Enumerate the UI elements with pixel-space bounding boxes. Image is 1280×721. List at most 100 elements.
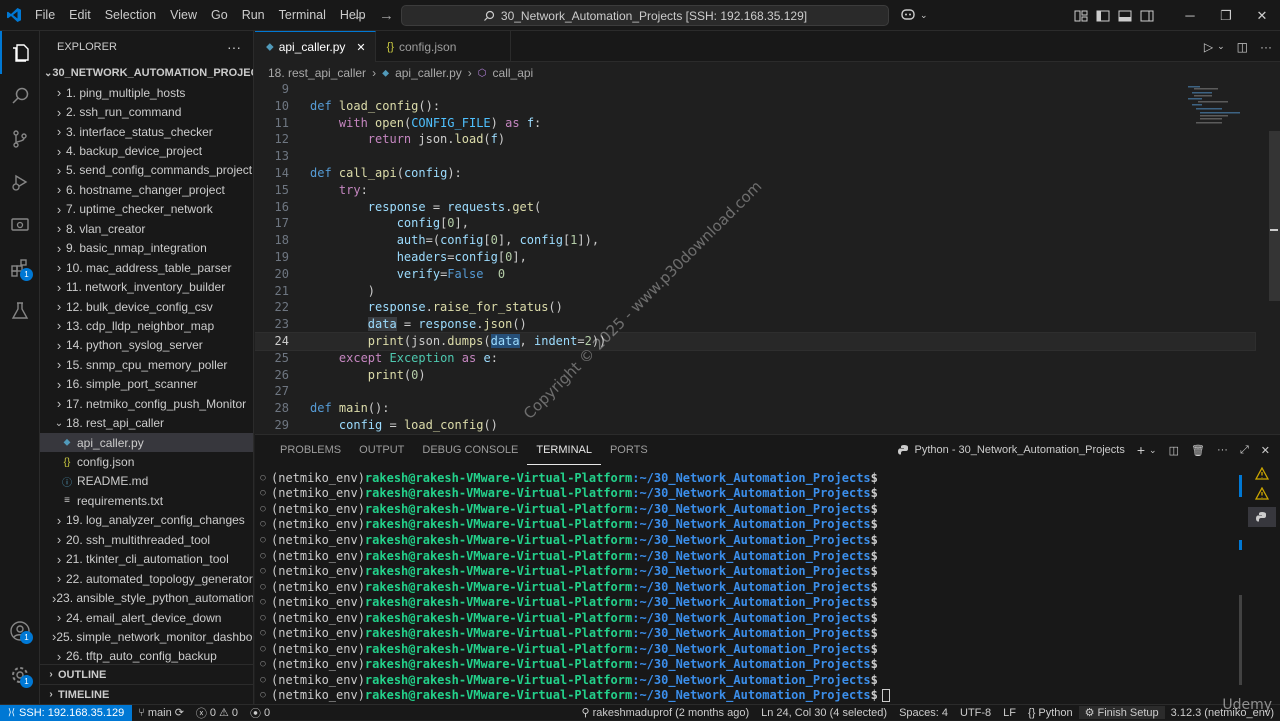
minimap[interactable] <box>1188 84 1268 144</box>
finish-setup[interactable]: ⚙ Finish Setup <box>1078 706 1165 719</box>
manage-gear-icon[interactable]: 1 <box>0 653 40 696</box>
breadcrumb-file[interactable]: api_caller.py <box>395 66 462 80</box>
git-blame[interactable]: ⚲ rakeshmaduprof (2 months ago) <box>576 706 756 720</box>
tree-folder[interactable]: › 3. interface_status_checker <box>40 122 253 141</box>
tree-folder[interactable]: › 11. network_inventory_builder <box>40 277 253 296</box>
tree-folder[interactable]: › 14. python_syslog_server <box>40 336 253 355</box>
command-decoration-icon[interactable]: ○ <box>255 659 271 669</box>
command-decoration-icon[interactable]: ○ <box>255 488 271 498</box>
tree-folder[interactable]: › 13. cdp_lldp_neighbor_map <box>40 316 253 335</box>
forward-arrow-icon[interactable]: → <box>379 7 394 24</box>
terminal-output[interactable]: ○ (netmiko_env) rakesh@rakesh-VMware-Virt… <box>255 470 1235 705</box>
chevron-down-icon[interactable]: ⌄ <box>1149 445 1157 456</box>
editor-scrollbar[interactable] <box>1269 131 1280 301</box>
command-decoration-icon[interactable]: ○ <box>255 690 271 700</box>
tree-folder[interactable]: › 4. backup_device_project <box>40 141 253 160</box>
tree-folder[interactable]: › 15. snmp_cpu_memory_poller <box>40 355 253 374</box>
more-actions-icon[interactable]: ··· <box>1260 40 1272 54</box>
tree-file[interactable]: ≡ requirements.txt <box>40 491 253 510</box>
language-mode[interactable]: {} Python <box>1022 707 1079 719</box>
tree-folder[interactable]: › 22. automated_topology_generator <box>40 569 253 588</box>
close-window-icon[interactable]: ✕ <box>1244 0 1280 31</box>
cursor-position[interactable]: Ln 24, Col 30 (4 selected) <box>755 707 893 719</box>
tree-folder[interactable]: › 1. ping_multiple_hosts <box>40 83 253 102</box>
python-terminal-icon[interactable] <box>1248 507 1276 527</box>
menu-item-file[interactable]: File <box>28 0 62 31</box>
back-arrow-icon[interactable]: ← <box>352 7 367 24</box>
breadcrumb-symbol[interactable]: call_api <box>493 66 534 80</box>
menu-item-run[interactable]: Run <box>235 0 272 31</box>
command-decoration-icon[interactable]: ○ <box>255 597 271 607</box>
copilot-icon[interactable]: ⌄ <box>900 8 928 22</box>
customize-layout-icon[interactable] <box>1070 10 1092 22</box>
panel-tab-terminal[interactable]: TERMINAL <box>527 435 601 465</box>
outline-section[interactable]: › OUTLINE <box>40 664 254 684</box>
tree-file[interactable]: ⓘ README.md <box>40 472 253 491</box>
timeline-section[interactable]: › TIMELINE <box>40 684 254 704</box>
command-decoration-icon[interactable]: ○ <box>255 504 271 514</box>
command-decoration-icon[interactable]: ○ <box>255 613 271 623</box>
tree-folder[interactable]: › 10. mac_address_table_parser <box>40 258 253 277</box>
warning-icon[interactable] <box>1244 487 1280 507</box>
tree-folder[interactable]: › 16. simple_port_scanner <box>40 375 253 394</box>
terminal-name[interactable]: Python - 30_Network_Automation_Projects <box>915 444 1125 456</box>
tab-api-caller[interactable]: ⬥ api_caller.py ✕ <box>255 31 376 62</box>
more-actions-icon[interactable]: ··· <box>1217 444 1228 456</box>
tree-folder[interactable]: › 8. vlan_creator <box>40 219 253 238</box>
tree-folder[interactable]: › 5. send_config_commands_project <box>40 161 253 180</box>
menu-item-edit[interactable]: Edit <box>62 0 98 31</box>
menu-item-go[interactable]: Go <box>204 0 235 31</box>
workspace-root[interactable]: ⌄ 30_NETWORK_AUTOMATION_PROJECTS [S... <box>40 63 253 83</box>
menu-item-terminal[interactable]: Terminal <box>272 0 333 31</box>
run-python-icon[interactable]: ▷ <box>1204 40 1213 54</box>
testing-icon[interactable] <box>0 289 40 332</box>
tree-folder[interactable]: ⌄ 18. rest_api_caller <box>40 413 253 432</box>
tree-folder[interactable]: › 2. ssh_run_command <box>40 102 253 121</box>
command-decoration-icon[interactable]: ○ <box>255 582 271 592</box>
maximize-panel-icon[interactable]: ⤢ <box>1240 444 1249 457</box>
tree-folder[interactable]: › 25. simple_network_monitor_dashbo... <box>40 627 253 646</box>
command-decoration-icon[interactable]: ○ <box>255 551 271 561</box>
more-actions-icon[interactable]: ··· <box>227 39 241 55</box>
code-editor[interactable]: 9 10 def load_config(): 11 with open(CONFIG… <box>255 84 1280 434</box>
warning-icon[interactable] <box>1244 467 1280 487</box>
command-decoration-icon[interactable]: ○ <box>255 628 271 638</box>
tree-folder[interactable]: › 20. ssh_multithreaded_tool <box>40 530 253 549</box>
panel-tab-problems[interactable]: PROBLEMS <box>271 435 350 465</box>
panel-tab-output[interactable]: OUTPUT <box>350 435 413 465</box>
branch-indicator[interactable]: ⑂ main ⟳ <box>132 706 190 720</box>
tree-folder[interactable]: › 19. log_analyzer_config_changes <box>40 511 253 530</box>
remote-explorer-icon[interactable] <box>0 203 40 246</box>
toggle-sidebar-icon[interactable] <box>1092 10 1114 22</box>
explorer-icon[interactable] <box>0 31 40 74</box>
close-panel-icon[interactable]: ✕ <box>1261 444 1270 457</box>
maximize-icon[interactable]: ❐ <box>1208 0 1244 31</box>
split-editor-icon[interactable]: ◫ <box>1237 40 1248 54</box>
kill-terminal-trash-icon[interactable]: 🗑 <box>1191 444 1205 457</box>
toggle-secondary-sidebar-icon[interactable] <box>1136 10 1158 22</box>
tree-folder[interactable]: › 23. ansible_style_python_automation <box>40 588 253 607</box>
command-decoration-icon[interactable]: ○ <box>255 566 271 576</box>
tree-folder[interactable]: › 6. hostname_changer_project <box>40 180 253 199</box>
indentation[interactable]: Spaces: 4 <box>893 707 954 719</box>
run-debug-icon[interactable] <box>0 160 40 203</box>
account-icon[interactable]: 1 <box>0 609 40 652</box>
command-decoration-icon[interactable]: ○ <box>255 473 271 483</box>
encoding[interactable]: UTF-8 <box>954 707 997 719</box>
breadcrumb-folder[interactable]: 18. rest_api_caller <box>268 66 366 80</box>
close-tab-icon[interactable]: ✕ <box>356 41 365 54</box>
tree-folder[interactable]: › 7. uptime_checker_network <box>40 200 253 219</box>
terminal-scrollbar[interactable] <box>1239 595 1242 685</box>
ports-indicator[interactable]: ⦿ 0 <box>244 705 276 721</box>
chevron-down-icon[interactable]: ⌄ <box>1217 41 1225 52</box>
split-terminal-icon[interactable]: ◫ <box>1169 444 1179 457</box>
panel-tab-debug-console[interactable]: DEBUG CONSOLE <box>413 435 527 465</box>
command-center-search[interactable]: 30_Network_Automation_Projects [SSH: 192… <box>401 5 889 26</box>
command-decoration-icon[interactable]: ○ <box>255 535 271 545</box>
tree-file[interactable]: ⬥ api_caller.py <box>40 432 253 453</box>
tree-folder[interactable]: › 21. tkinter_cli_automation_tool <box>40 550 253 569</box>
command-decoration-icon[interactable]: ○ <box>255 644 271 654</box>
menu-item-selection[interactable]: Selection <box>98 0 163 31</box>
panel-tab-ports[interactable]: PORTS <box>601 435 657 465</box>
toggle-panel-icon[interactable] <box>1114 10 1136 22</box>
